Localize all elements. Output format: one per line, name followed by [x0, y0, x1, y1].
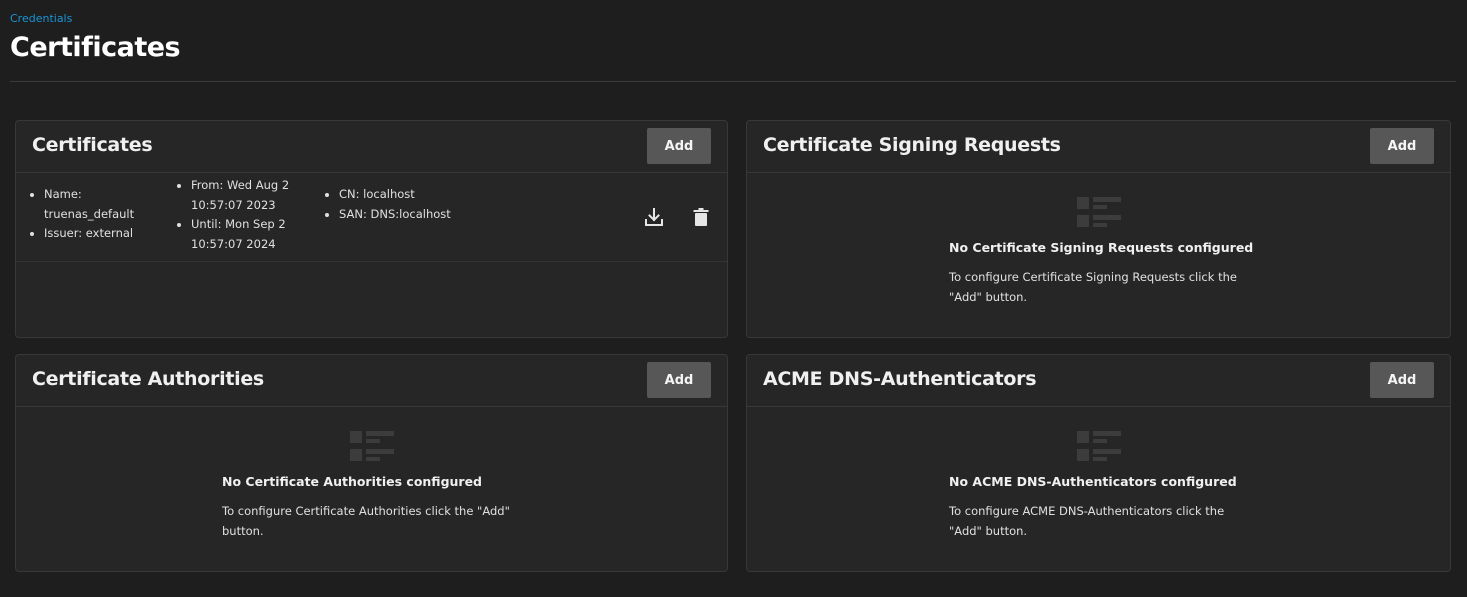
empty-text: To configure Certificate Signing Request…	[949, 270, 1237, 304]
empty-title: No Certificate Signing Requests configur…	[949, 240, 1254, 255]
breadcrumb-credentials[interactable]: Credentials	[10, 12, 72, 25]
csr-card: Certificate Signing Requests Add No Cert…	[746, 120, 1451, 338]
empty-text: To configure ACME DNS-Authenticators cli…	[949, 504, 1225, 538]
card-title: Certificates	[32, 134, 153, 156]
certificate-name-column: Name: truenas_default Issuer: external	[32, 185, 174, 244]
trash-icon[interactable]	[689, 205, 713, 229]
list-icon	[1077, 431, 1121, 461]
add-csr-button[interactable]: Add	[1370, 128, 1434, 164]
acme-card: ACME DNS-Authenticators Add No ACME DNS-…	[746, 354, 1451, 572]
empty-title: No Certificate Authorities configured	[222, 474, 483, 489]
certificate-dates-column: From: Wed Aug 2 10:57:07 2023 Until: Mon…	[179, 176, 321, 254]
title-divider	[10, 81, 1456, 82]
add-certificate-button[interactable]: Add	[647, 128, 711, 164]
certificate-san: SAN: DNS:localhost	[339, 205, 469, 225]
card-title: Certificate Signing Requests	[763, 134, 1061, 156]
certificate-cn-column: CN: localhost SAN: DNS:localhost	[327, 185, 469, 224]
certificate-from: From: Wed Aug 2 10:57:07 2023	[191, 176, 321, 215]
card-header: Certificate Signing Requests Add	[747, 121, 1450, 173]
certificate-issuer: Issuer: external	[44, 224, 174, 244]
card-header: Certificates Add	[16, 121, 727, 173]
card-header: Certificate Authorities Add	[16, 355, 727, 407]
empty-text: To configure Certificate Authorities cli…	[222, 504, 510, 538]
ca-card: Certificate Authorities Add No Certifica…	[15, 354, 728, 572]
card-title: Certificate Authorities	[32, 368, 264, 390]
certificate-cn: CN: localhost	[339, 185, 469, 205]
certificates-card: Certificates Add Name: truenas_default I…	[15, 120, 728, 338]
page: Credentials Certificates Certificates Ad…	[0, 0, 1467, 597]
empty-title: No ACME DNS-Authenticators configured	[949, 474, 1237, 489]
card-header: ACME DNS-Authenticators Add	[747, 355, 1450, 407]
page-title: Certificates	[10, 32, 181, 63]
certificate-name: Name: truenas_default	[44, 185, 174, 224]
list-icon	[1077, 197, 1121, 227]
certificate-until: Until: Mon Sep 2 10:57:07 2024	[191, 215, 321, 254]
table-row: Name: truenas_default Issuer: external F…	[16, 172, 727, 262]
add-ca-button[interactable]: Add	[647, 362, 711, 398]
list-icon	[350, 431, 394, 461]
card-title: ACME DNS-Authenticators	[763, 368, 1037, 390]
add-acme-button[interactable]: Add	[1370, 362, 1434, 398]
download-icon[interactable]	[642, 205, 666, 229]
